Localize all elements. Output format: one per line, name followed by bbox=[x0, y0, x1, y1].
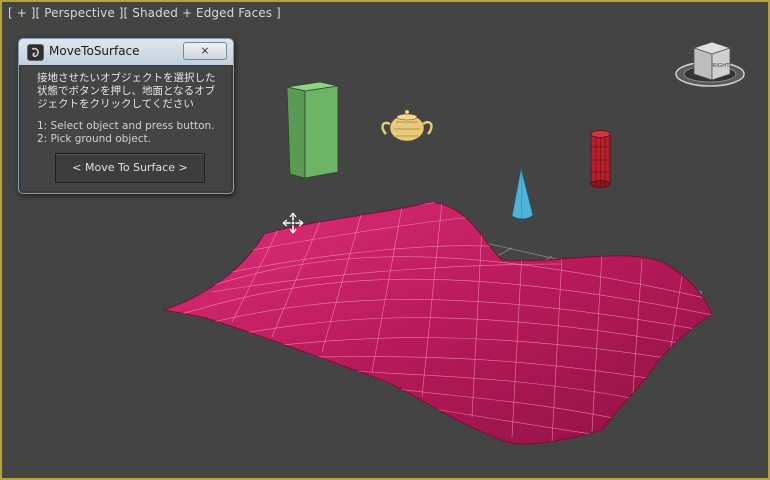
instructions-japanese: 接地させたいオブジェクトを選択した状態でボタンを押し、地面となるオブジェクトをク… bbox=[37, 72, 216, 110]
box-object bbox=[286, 81, 339, 179]
app-icon bbox=[27, 44, 44, 61]
move-to-surface-button[interactable]: < Move To Surface > bbox=[55, 153, 205, 183]
terrain-surface bbox=[162, 201, 713, 445]
viewport-label[interactable]: [ + ][ Perspective ][ Shaded + Edged Fac… bbox=[8, 6, 281, 20]
viewcube-icon[interactable]: RIGHT bbox=[672, 36, 752, 96]
close-icon: ⨯ bbox=[200, 44, 210, 57]
move-cursor-icon bbox=[282, 212, 304, 234]
instruction-step-2: 2: Pick ground object. bbox=[37, 133, 151, 145]
viewport-perspective[interactable]: [ + ][ Perspective ][ Shaded + Edged Fac… bbox=[0, 0, 770, 480]
cylinder-object bbox=[590, 130, 611, 188]
close-button[interactable]: ⨯ bbox=[183, 42, 227, 60]
viewcube-face-label: RIGHT bbox=[712, 63, 730, 69]
cone-object bbox=[511, 167, 534, 220]
dialog-body: 接地させたいオブジェクトを選択した状態でボタンを押し、地面となるオブジェクトをク… bbox=[21, 66, 231, 191]
dialog-titlebar[interactable]: MoveToSurface ⨯ bbox=[19, 39, 233, 65]
instruction-step-1: 1: Select object and press button. bbox=[37, 120, 215, 132]
dialog-title: MoveToSurface bbox=[49, 44, 140, 58]
teapot-object bbox=[381, 109, 433, 142]
move-to-surface-dialog: MoveToSurface ⨯ 接地させたいオブジェクトを選択した状態でボタンを… bbox=[18, 38, 234, 194]
